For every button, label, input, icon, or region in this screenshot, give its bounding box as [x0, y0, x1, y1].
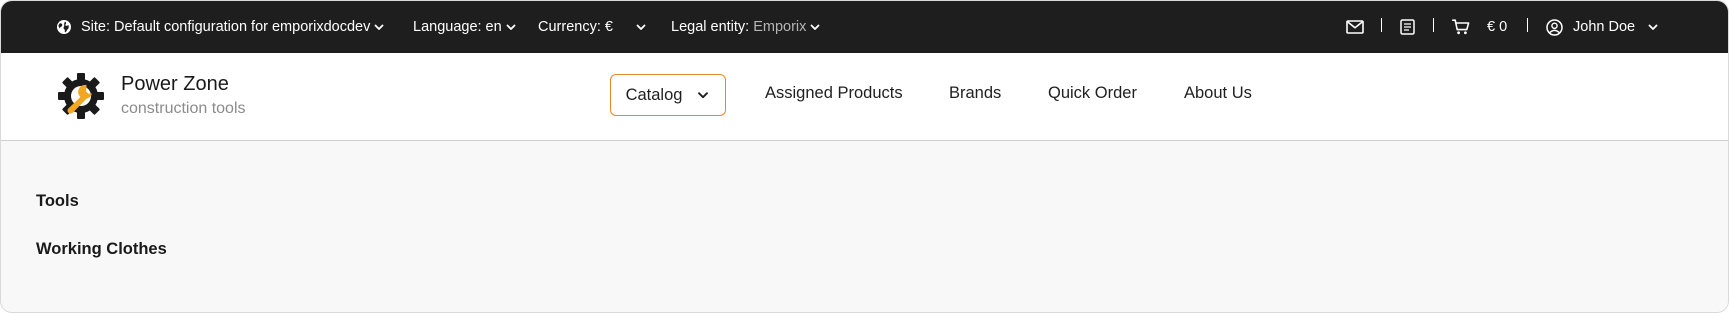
divider — [1527, 18, 1528, 32]
site-label: Site: — [81, 19, 111, 35]
document-list-icon[interactable] — [1400, 1, 1415, 53]
currency-selector[interactable]: Currency: € — [538, 1, 647, 53]
cart-total: € 0 — [1487, 19, 1508, 35]
currency-label: Currency: — [538, 19, 601, 35]
user-menu[interactable]: John Doe — [1546, 1, 1659, 53]
user-name: John Doe — [1573, 19, 1636, 35]
chevron-down-icon — [1647, 21, 1659, 33]
cart-icon — [1452, 19, 1470, 35]
chevron-down-icon — [373, 21, 385, 33]
globe-icon — [56, 19, 72, 35]
nav-about-us[interactable]: About Us — [1184, 84, 1252, 103]
nav-catalog-button[interactable]: Catalog — [610, 74, 726, 116]
nav-quick-order[interactable]: Quick Order — [1048, 84, 1137, 103]
language-selector[interactable]: Language: en — [413, 1, 517, 53]
currency-value: € — [604, 19, 613, 35]
cart-button[interactable]: € 0 — [1452, 1, 1507, 53]
divider — [1433, 18, 1434, 32]
catalog-dropdown-panel: Tools Working Clothes — [1, 141, 1728, 312]
site-value: Default configuration for emporixdocdev — [114, 19, 371, 35]
category-link-tools[interactable]: Tools — [36, 192, 79, 211]
brand-tagline: construction tools — [121, 100, 246, 117]
chevron-down-icon — [696, 88, 710, 102]
language-label: Language: — [413, 19, 482, 35]
language-value: en — [485, 19, 502, 35]
legal-entity-label: Legal entity: — [671, 19, 750, 35]
chevron-down-icon — [635, 21, 647, 33]
divider — [1381, 18, 1382, 32]
legal-entity-value: Emporix — [753, 19, 807, 35]
legal-entity-selector[interactable]: Legal entity: Emporix — [671, 1, 821, 53]
gear-wrench-logo-icon — [58, 73, 104, 119]
app-frame: Site: Default configuration for emporixd… — [0, 0, 1729, 313]
site-header: Power Zone construction tools Catalog As… — [1, 53, 1728, 141]
nav-assigned-products[interactable]: Assigned Products — [765, 84, 903, 103]
mail-icon[interactable] — [1346, 1, 1364, 53]
top-bar: Site: Default configuration for emporixd… — [1, 1, 1728, 53]
nav-brands[interactable]: Brands — [949, 84, 1001, 103]
chevron-down-icon — [505, 21, 517, 33]
chevron-down-icon — [809, 21, 821, 33]
brand-logo[interactable] — [56, 71, 106, 121]
brand-name[interactable]: Power Zone — [121, 73, 229, 96]
user-circle-icon — [1546, 18, 1563, 36]
category-link-working-clothes[interactable]: Working Clothes — [36, 240, 167, 259]
nav-catalog-label: Catalog — [625, 85, 683, 104]
site-selector[interactable]: Site: Default configuration for emporixd… — [56, 1, 385, 53]
